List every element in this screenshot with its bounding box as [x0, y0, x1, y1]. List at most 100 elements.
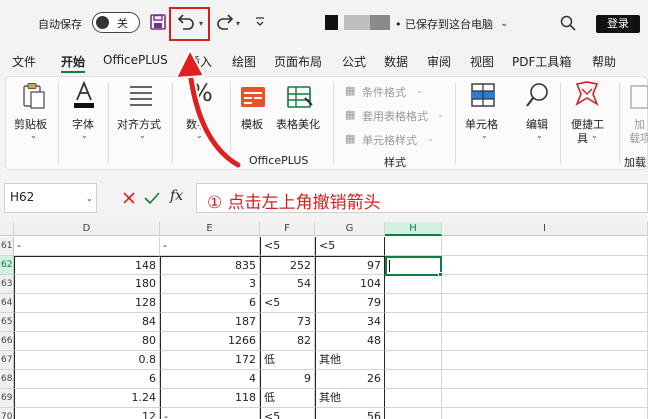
select-all-corner[interactable] — [0, 222, 14, 236]
table-cell[interactable]: 180 — [14, 275, 160, 294]
table-cell[interactable]: 104 — [315, 275, 385, 294]
alignment-dropdown-icon[interactable]: ⌄ — [139, 131, 146, 140]
quick-tools-icon[interactable] — [574, 80, 600, 108]
table-cell[interactable]: 97 — [315, 256, 385, 275]
table-cell[interactable] — [385, 237, 442, 256]
table-cell[interactable]: 26 — [315, 370, 385, 389]
table-cell[interactable] — [442, 389, 648, 408]
alignment-icon[interactable] — [128, 84, 154, 106]
font-icon[interactable] — [72, 80, 96, 110]
table-cell[interactable] — [385, 313, 442, 332]
table-cell[interactable]: 3 — [160, 275, 260, 294]
table-cell[interactable]: 34 — [315, 313, 385, 332]
editing-search-icon[interactable] — [525, 82, 551, 108]
table-cell[interactable]: 835 — [160, 256, 260, 275]
tab-file[interactable]: 文件 — [12, 53, 36, 70]
table-cell[interactable]: 80 — [14, 332, 160, 351]
table-cell[interactable] — [442, 313, 648, 332]
cell-styles-dropdown-icon[interactable]: ⌄ — [427, 134, 434, 143]
login-button[interactable]: 登录 — [596, 15, 640, 33]
tab-data[interactable]: 数据 — [384, 53, 408, 70]
table-cell[interactable]: 0.8 — [14, 351, 160, 370]
table-cell[interactable]: <5 — [315, 237, 385, 256]
table-cell[interactable]: 148 — [14, 256, 160, 275]
addin-label-2[interactable]: 载项 — [629, 130, 648, 146]
row-header[interactable]: 70 — [0, 408, 14, 419]
table-cell[interactable] — [442, 332, 648, 351]
table-cell[interactable]: <5 — [260, 294, 315, 313]
quick-tools-dropdown-icon[interactable]: ⌄ — [591, 131, 598, 140]
font-label[interactable]: 字体 — [72, 116, 94, 132]
table-cell[interactable]: 其他 — [315, 389, 385, 408]
autosave-toggle[interactable]: 关 — [92, 12, 140, 33]
column-header-e[interactable]: E — [160, 222, 260, 236]
redo-dropdown-icon[interactable]: ▾ — [236, 19, 240, 28]
column-header-i[interactable]: I — [442, 222, 648, 236]
editing-dropdown-icon[interactable]: ⌄ — [536, 131, 543, 140]
table-cell[interactable]: 低 — [260, 389, 315, 408]
row-header[interactable]: 61 — [0, 237, 14, 256]
font-dropdown-icon[interactable]: ⌄ — [81, 131, 88, 140]
clipboard-label[interactable]: 剪贴板 — [14, 116, 47, 132]
table-cell[interactable]: 118 — [160, 389, 260, 408]
format-as-table-button[interactable]: 套用表格格式 — [362, 108, 428, 124]
table-cell[interactable] — [442, 294, 648, 313]
table-cell[interactable]: 6 — [160, 294, 260, 313]
row-header[interactable]: 68 — [0, 370, 14, 389]
table-beautify-label[interactable]: 表格美化 — [276, 116, 320, 132]
table-cell[interactable]: - — [160, 408, 260, 419]
conditional-format-button[interactable]: 条件格式 — [362, 84, 406, 100]
customize-toolbar-icon[interactable] — [255, 16, 265, 28]
table-beautify-icon[interactable] — [287, 86, 313, 108]
table-cell[interactable] — [385, 408, 442, 419]
table-cell[interactable] — [442, 351, 648, 370]
table-cell[interactable]: 172 — [160, 351, 260, 370]
table-cell[interactable] — [442, 256, 648, 275]
conditional-format-dropdown-icon[interactable]: ⌄ — [416, 86, 423, 95]
tab-page-layout[interactable]: 页面布局 — [274, 53, 322, 70]
table-cell[interactable] — [385, 294, 442, 313]
number-dropdown-icon[interactable]: ⌄ — [196, 131, 203, 140]
table-cell[interactable] — [442, 237, 648, 256]
table-cell[interactable]: 56 — [315, 408, 385, 419]
table-cell[interactable]: 1.24 — [14, 389, 160, 408]
addin-icon[interactable] — [628, 84, 648, 110]
row-header[interactable]: 69 — [0, 389, 14, 408]
paste-icon[interactable] — [22, 82, 46, 110]
table-cell[interactable]: 6 — [14, 370, 160, 389]
table-cell[interactable]: 252 — [260, 256, 315, 275]
tab-view[interactable]: 视图 — [470, 53, 494, 70]
table-cell[interactable] — [442, 370, 648, 389]
table-cell[interactable]: 128 — [14, 294, 160, 313]
name-box-dropdown-icon[interactable]: ⌄ — [86, 194, 93, 203]
template-icon[interactable] — [240, 86, 266, 108]
table-cell[interactable]: 79 — [315, 294, 385, 313]
redo-icon[interactable] — [215, 13, 235, 31]
confirm-icon[interactable] — [144, 191, 160, 205]
table-cell[interactable] — [442, 275, 648, 294]
table-cell[interactable] — [442, 408, 648, 419]
clipboard-dropdown-icon[interactable]: ⌄ — [30, 131, 37, 140]
tab-officeplus[interactable]: OfficePLUS — [103, 53, 168, 67]
cancel-icon[interactable] — [122, 191, 136, 205]
table-cell[interactable]: 48 — [315, 332, 385, 351]
format-as-table-dropdown-icon[interactable]: ⌄ — [437, 110, 444, 119]
cell-styles-button[interactable]: 单元格样式 — [362, 132, 417, 148]
percent-icon[interactable]: % — [190, 79, 213, 107]
editing-label[interactable]: 编辑 — [526, 116, 548, 132]
cells-label[interactable]: 单元格 — [465, 116, 498, 132]
table-cell[interactable] — [385, 351, 442, 370]
table-cell[interactable]: 1266 — [160, 332, 260, 351]
cells-icon[interactable] — [470, 82, 496, 108]
table-cell[interactable] — [385, 389, 442, 408]
table-cell[interactable]: <5 — [260, 237, 315, 256]
table-cell[interactable]: 54 — [260, 275, 315, 294]
template-label[interactable]: 模板 — [241, 116, 263, 132]
row-header[interactable]: 65 — [0, 313, 14, 332]
tab-draw[interactable]: 绘图 — [232, 53, 256, 70]
doc-status[interactable]: • 已保存到这台电脑 — [395, 16, 493, 32]
tab-formulas[interactable]: 公式 — [342, 53, 366, 70]
table-cell[interactable]: 187 — [160, 313, 260, 332]
save-icon[interactable] — [150, 14, 166, 30]
table-cell[interactable]: <5 — [260, 408, 315, 419]
